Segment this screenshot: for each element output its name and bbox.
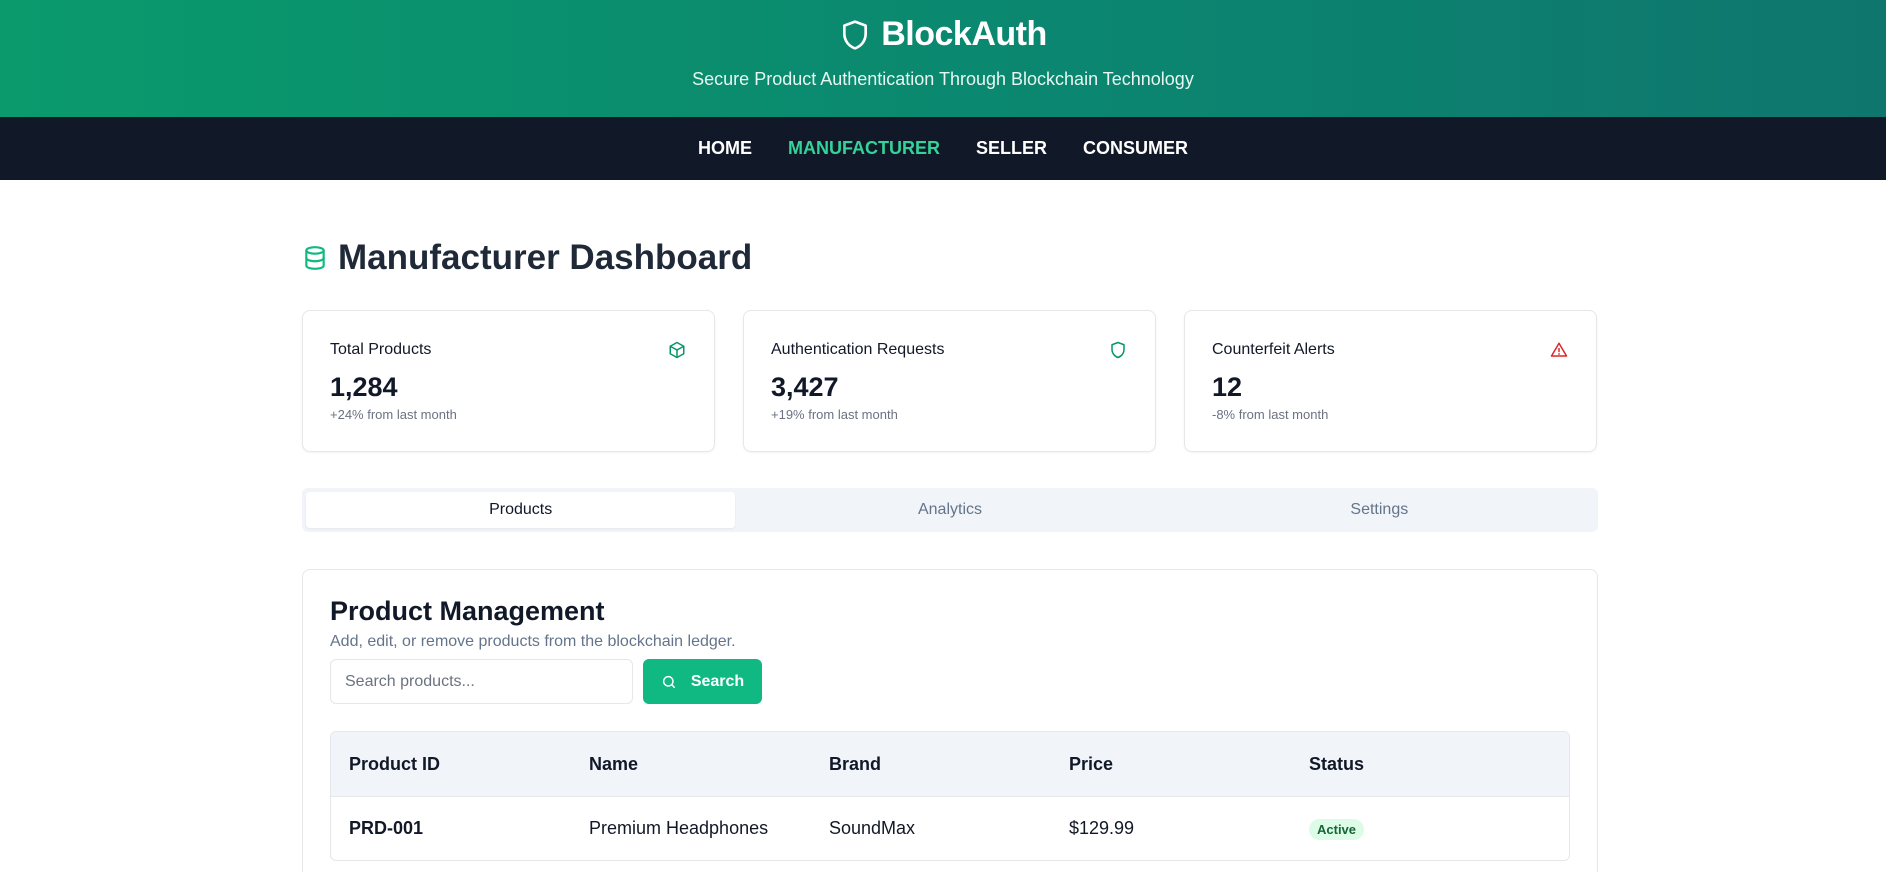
main-nav: HOME MANUFACTURER SELLER CONSUMER	[0, 117, 1886, 180]
card-title: Product Management	[330, 596, 605, 626]
stat-label: Counterfeit Alerts	[1212, 341, 1335, 358]
main-content: Manufacturer Dashboard Total Products 1,…	[302, 180, 1598, 872]
stats-row: Total Products 1,284 +24% from last mont…	[302, 310, 1598, 452]
cell-name: Premium Headphones	[589, 818, 769, 838]
cell-product-id: PRD-001	[349, 818, 424, 838]
tab-analytics[interactable]: Analytics	[735, 492, 1164, 528]
products-table: Product ID Name Brand Price Status PRD-0…	[330, 731, 1570, 861]
column-header: Product ID	[349, 753, 441, 774]
tagline: Secure Product Authentication Through Bl…	[692, 68, 1194, 89]
nav-home[interactable]: HOME	[698, 138, 752, 159]
alert-triangle-icon	[1550, 342, 1568, 357]
stat-label: Authentication Requests	[771, 341, 945, 358]
stat-card-counterfeit-alerts: Counterfeit Alerts 12 -8% from last mont…	[1184, 310, 1597, 452]
column-header: Name	[589, 753, 639, 774]
stat-value: 12	[1212, 372, 1243, 402]
stat-change: +24% from last month	[330, 407, 457, 422]
status-badge: Active	[1309, 818, 1365, 840]
search-button[interactable]: Search	[643, 659, 762, 704]
column-header: Brand	[829, 753, 882, 774]
brand-name: BlockAuth	[881, 15, 1047, 53]
table-row[interactable]: PRD-001 Premium Headphones SoundMax $129…	[331, 796, 1569, 860]
column-header: Status	[1309, 753, 1365, 774]
database-icon	[305, 245, 325, 270]
shield-icon	[1111, 341, 1125, 359]
column-header: Price	[1069, 753, 1114, 774]
stat-value: 3,427	[771, 372, 839, 402]
search-icon	[662, 675, 675, 688]
search-input[interactable]	[330, 659, 633, 704]
tab-products[interactable]: Products	[306, 492, 736, 528]
tab-settings[interactable]: Settings	[1165, 492, 1594, 528]
app-header: BlockAuth Secure Product Authentication …	[0, 0, 1886, 117]
cell-price: $129.99	[1069, 818, 1135, 838]
shield-logo-icon	[843, 19, 868, 50]
brand-logo[interactable]: BlockAuth	[839, 15, 1047, 54]
stat-change: +19% from last month	[771, 407, 898, 422]
stat-label: Total Products	[330, 341, 432, 358]
cell-brand: SoundMax	[829, 818, 916, 838]
product-management-card: Product Management Add, edit, or remove …	[302, 569, 1598, 872]
cell-status: Active	[1309, 818, 1549, 840]
stat-change: -8% from last month	[1212, 407, 1329, 422]
stat-value: 1,284	[330, 372, 398, 402]
nav-consumer[interactable]: CONSUMER	[1083, 138, 1188, 159]
page-title-text: Manufacturer Dashboard	[338, 237, 753, 277]
nav-seller[interactable]: SELLER	[976, 138, 1047, 159]
search-button-label: Search	[690, 672, 745, 690]
page-title: Manufacturer Dashboard	[302, 235, 1598, 280]
table-header: Product ID Name Brand Price Status	[331, 732, 1569, 796]
box-icon	[669, 341, 685, 359]
stat-card-total-products: Total Products 1,284 +24% from last mont…	[302, 310, 715, 452]
search-row: Search	[330, 659, 1570, 704]
nav-manufacturer[interactable]: MANUFACTURER	[788, 138, 940, 159]
card-description: Add, edit, or remove products from the b…	[330, 633, 736, 650]
dashboard-tabs: Products Analytics Settings	[302, 488, 1598, 532]
stat-card-auth-requests: Authentication Requests 3,427 +19% from …	[743, 310, 1156, 452]
